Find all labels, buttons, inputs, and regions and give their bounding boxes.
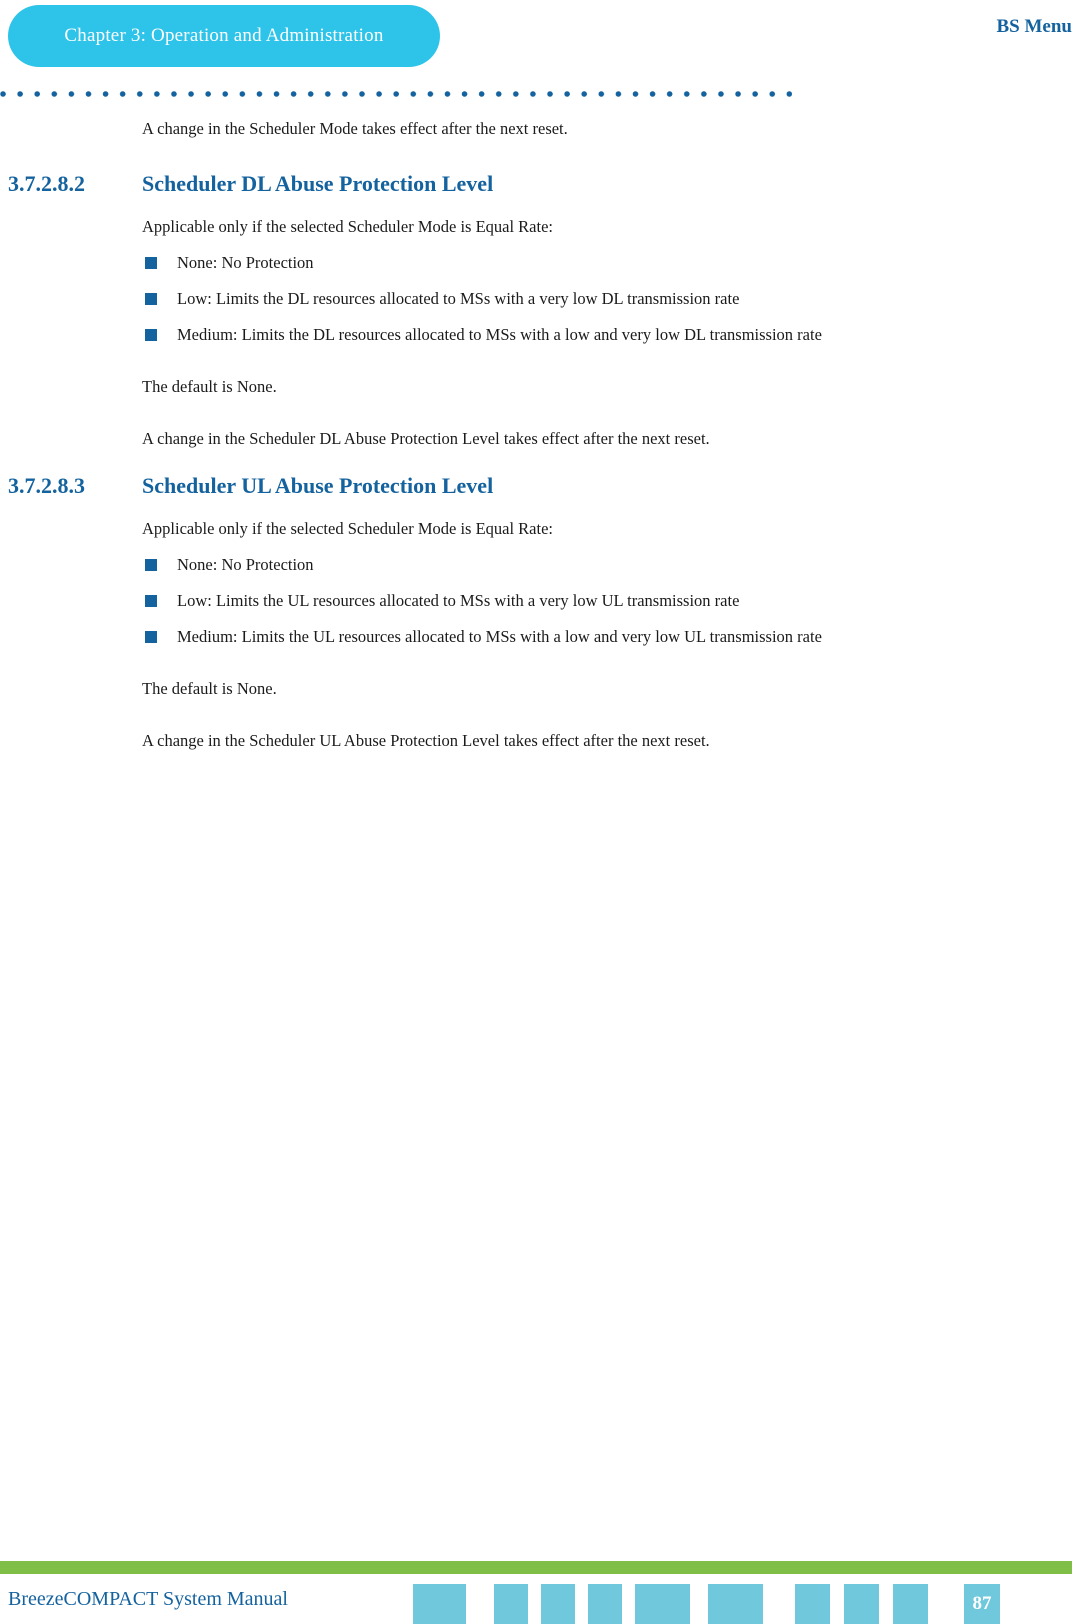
square-bullet-icon bbox=[145, 257, 157, 269]
section-number: 3.7.2.8.2 bbox=[8, 171, 85, 196]
square-bullet-icon bbox=[145, 631, 157, 643]
footer-decor-block bbox=[708, 1584, 763, 1624]
list-item: Low: Limits the UL resources allocated t… bbox=[142, 590, 1052, 612]
chapter-tab: Chapter 3: Operation and Administration bbox=[8, 5, 440, 67]
running-head-bs-menu: BS Menu bbox=[996, 16, 1072, 37]
footer-page-number: 87 bbox=[964, 1584, 1000, 1624]
list-item-label: None: No Protection bbox=[177, 555, 314, 574]
list-item: Low: Limits the DL resources allocated t… bbox=[142, 288, 1052, 310]
section-lead-dl: Applicable only if the selected Schedule… bbox=[142, 217, 554, 236]
section-title: Scheduler DL Abuse Protection Level bbox=[142, 171, 494, 196]
list-item: Medium: Limits the UL resources allocate… bbox=[142, 626, 1052, 648]
list-item: None: No Protection bbox=[142, 554, 1052, 576]
footer-decor-block bbox=[413, 1584, 466, 1624]
footer-decor-block bbox=[893, 1584, 928, 1624]
intro-note: A change in the Scheduler Mode takes eff… bbox=[142, 119, 568, 138]
change-note-ul: A change in the Scheduler UL Abuse Prote… bbox=[142, 731, 710, 750]
footer-decor-block bbox=[541, 1584, 575, 1624]
square-bullet-icon bbox=[145, 329, 157, 341]
footer-decor-block bbox=[635, 1584, 690, 1624]
list-item: None: No Protection bbox=[142, 252, 1052, 274]
default-text-dl: The default is None. bbox=[142, 377, 277, 396]
list-item-label: Low: Limits the UL resources allocated t… bbox=[177, 591, 740, 610]
default-text-ul: The default is None. bbox=[142, 679, 277, 698]
footer-green-bar bbox=[0, 1561, 1072, 1574]
footer-decor-block bbox=[588, 1584, 622, 1624]
bullet-list-dl: None: No Protection Low: Limits the DL r… bbox=[0, 252, 1072, 346]
square-bullet-icon bbox=[145, 595, 157, 607]
list-item-label: Medium: Limits the DL resources allocate… bbox=[177, 325, 822, 344]
list-item-label: Low: Limits the DL resources allocated t… bbox=[177, 289, 740, 308]
footer-decor-block bbox=[494, 1584, 528, 1624]
square-bullet-icon bbox=[145, 293, 157, 305]
footer-decor-blocks: 87 bbox=[0, 1584, 1072, 1624]
page-footer: BreezeCOMPACT System Manual 87 bbox=[0, 1552, 1072, 1624]
list-item: Medium: Limits the DL resources allocate… bbox=[142, 324, 1052, 346]
footer-decor-block bbox=[844, 1584, 879, 1624]
section-heading-ul: 3.7.2.8.3 Scheduler UL Abuse Protection L… bbox=[0, 472, 1072, 500]
section-lead-ul: Applicable only if the selected Schedule… bbox=[142, 519, 554, 538]
dotted-divider bbox=[0, 91, 792, 98]
change-note-dl: A change in the Scheduler DL Abuse Prote… bbox=[142, 429, 710, 448]
page-content: A change in the Scheduler Mode takes eff… bbox=[0, 118, 1072, 752]
section-number: 3.7.2.8.3 bbox=[8, 473, 85, 498]
list-item-label: Medium: Limits the UL resources allocate… bbox=[177, 627, 822, 646]
list-item-label: None: No Protection bbox=[177, 253, 314, 272]
bullet-list-ul: None: No Protection Low: Limits the UL r… bbox=[0, 554, 1072, 648]
footer-decor-block bbox=[795, 1584, 830, 1624]
chapter-tab-label: Chapter 3: Operation and Administration bbox=[64, 25, 384, 46]
section-heading-dl: 3.7.2.8.2 Scheduler DL Abuse Protection L… bbox=[0, 170, 1072, 198]
square-bullet-icon bbox=[145, 559, 157, 571]
section-title: Scheduler UL Abuse Protection Level bbox=[142, 473, 494, 498]
